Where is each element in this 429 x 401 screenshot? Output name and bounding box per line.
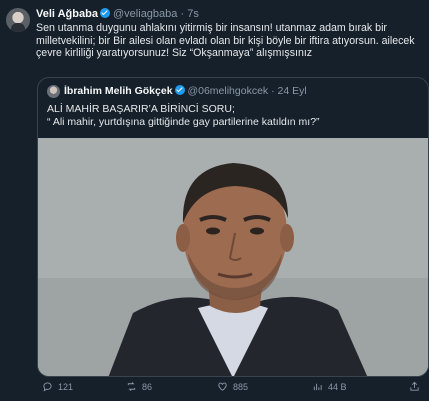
- quoted-text-line-2: “ Ali mahir, yurtdışına gittiğinde gay p…: [47, 115, 320, 128]
- portrait-image: [38, 138, 428, 376]
- quoted-text-line-1: ALİ MAHİR BAŞARIR’A BİRİNCİ SORU;: [47, 103, 235, 115]
- header-separator: ·: [180, 8, 185, 20]
- views-count: 44 B: [328, 381, 347, 392]
- views-icon: [313, 383, 322, 391]
- author-name[interactable]: Veli Ağbaba: [36, 8, 98, 20]
- share-button[interactable]: [409, 381, 420, 392]
- retweet-button[interactable]: 86: [126, 381, 152, 392]
- verified-badge-icon: [99, 8, 110, 18]
- quoted-author-handle: @06melihgokcek: [187, 85, 269, 97]
- share-icon: [410, 381, 419, 391]
- tweet[interactable]: Veli Ağbaba @veliagbaba · 7s Sen utanma …: [0, 0, 429, 401]
- retweet-icon: [127, 382, 136, 391]
- reply-button[interactable]: 121: [42, 381, 73, 392]
- quoted-separator: ·: [271, 85, 275, 97]
- tweet-actions: 121 86 885 44 B: [0, 381, 429, 397]
- retweet-count: 86: [142, 381, 153, 392]
- like-button[interactable]: 885: [217, 381, 248, 392]
- quoted-header: İbrahim Melih Gökçek @06melihgokcek · 24…: [64, 85, 307, 97]
- tweet-time[interactable]: 7s: [187, 8, 199, 20]
- quoted-tweet[interactable]: İbrahim Melih Gökçek @06melihgokcek · 24…: [37, 77, 429, 377]
- views-button[interactable]: 44 B: [312, 381, 347, 392]
- reply-count: 121: [58, 381, 74, 392]
- verified-badge-icon: [174, 85, 185, 95]
- reply-icon: [43, 382, 52, 392]
- heart-icon: [218, 382, 227, 391]
- quoted-author-name: İbrahim Melih Gökçek: [64, 85, 173, 97]
- like-count: 885: [233, 381, 249, 392]
- tweet-text: Sen utanma duygunu ahlakını yitirmiş bir…: [36, 22, 415, 60]
- author-avatar[interactable]: [6, 8, 30, 32]
- tweet-header: Veli Ağbaba @veliagbaba · 7s: [36, 8, 199, 20]
- quoted-text: ALİ MAHİR BAŞARIR’A BİRİNCİ SORU; “ Ali …: [47, 103, 417, 128]
- quoted-date: 24 Eyl: [277, 85, 307, 97]
- quoted-author-avatar: [47, 85, 60, 98]
- quoted-photo[interactable]: [38, 138, 428, 376]
- author-handle[interactable]: @veliagbaba: [113, 8, 177, 20]
